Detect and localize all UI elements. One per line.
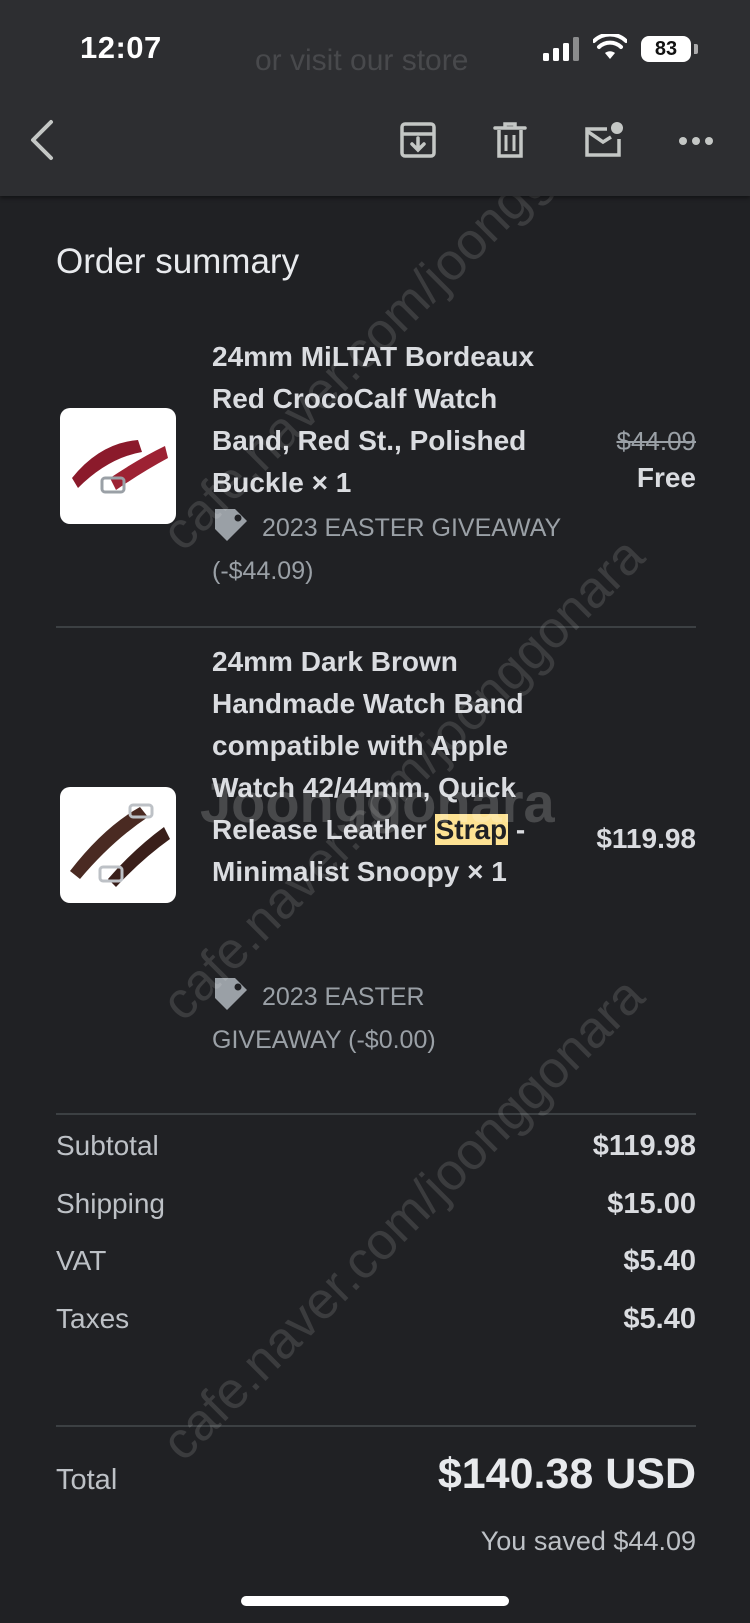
tag-icon [212,508,248,553]
home-indicator[interactable] [241,1596,509,1606]
cellular-signal-icon [543,37,579,61]
battery-cap [694,44,698,54]
tag-icon [212,977,248,1022]
total-label: Total [56,1464,118,1496]
summary-label: VAT [56,1245,107,1276]
summary-row-subtotal: Subtotal $119.98 [56,1130,696,1170]
archive-icon [399,121,437,164]
summary-value: $15.00 [607,1188,696,1220]
more-horiz-icon [678,133,714,151]
savings-line: You saved $44.09 [481,1526,696,1557]
summary-value: $119.98 [592,1130,696,1162]
order-item: 24mm MiLTAT Bordeaux Red CrocoCalf Watch… [56,336,696,596]
section-title: Order summary [56,242,300,281]
search-highlight: Strap [434,814,509,845]
summary-label: Taxes [56,1303,130,1334]
item-price: $119.98 [596,823,696,854]
delete-button[interactable] [480,112,540,172]
wifi-icon [592,32,628,65]
summary-row-shipping: Shipping $15.00 [56,1188,696,1228]
item-name: 24mm Dark Brown Handmade Watch Band comp… [212,641,552,893]
summary-value: $5.40 [623,1303,696,1335]
summary-row-vat: VAT $5.40 [56,1245,696,1285]
summary-value: $5.40 [623,1245,696,1277]
summary-label: Shipping [56,1188,165,1219]
more-options-button[interactable] [666,112,726,172]
trash-icon [493,121,527,164]
original-price: $44.09 [616,426,696,456]
status-time: 12:07 [80,30,162,65]
battery-icon: 83 [641,36,691,62]
product-thumbnail [60,787,176,903]
mark-unread-icon [583,121,625,164]
summary-row-taxes: Taxes $5.40 [56,1303,696,1343]
ghost-preview-text: or visit our store [255,44,469,77]
saved-value: $44.09 [613,1526,696,1556]
discount-text: 2023 EASTER GIVEAWAY (-$44.09) [212,514,561,585]
product-thumbnail [60,408,176,524]
divider [56,1113,696,1115]
chevron-left-icon [27,118,57,167]
total-value: $140.38 USD [437,1450,696,1498]
status-icons: 83 [543,32,698,65]
discount-line: 2023 EASTER GIVEAWAY (-$44.09) [212,508,592,590]
back-button[interactable] [12,112,72,172]
item-name: 24mm MiLTAT Bordeaux Red CrocoCalf Watch… [212,341,535,498]
mark-unread-button[interactable] [574,112,634,172]
summary-label: Subtotal [56,1130,159,1161]
archive-button[interactable] [388,112,448,172]
discount-line: 2023 EASTER GIVEAWAY (-$0.00) [212,977,512,1059]
divider [56,626,696,628]
divider [56,1425,696,1427]
order-item: 24mm Dark Brown Handmade Watch Band comp… [56,641,696,1061]
header: 12:07 or visit our store 83 [0,0,750,196]
saved-label: You saved [480,1526,606,1556]
item-price: Free [636,462,696,493]
